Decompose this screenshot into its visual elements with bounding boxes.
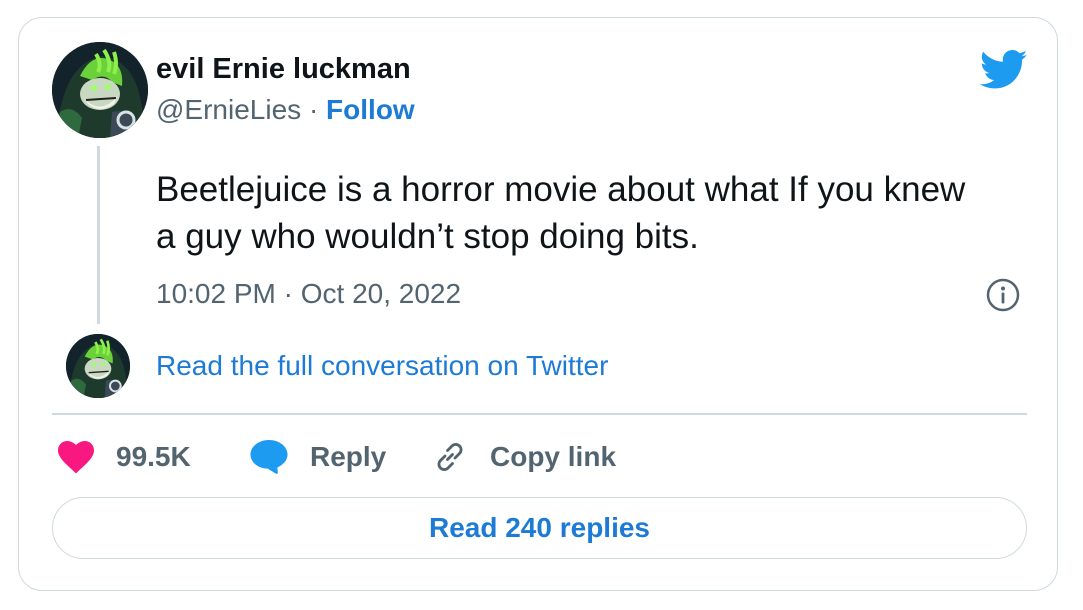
author-avatar[interactable]	[52, 42, 148, 138]
tweet-timestamp[interactable]: 10:02 PM · Oct 20, 2022	[156, 278, 461, 310]
author-handle-line: @ErnieLies · Follow	[156, 94, 415, 126]
copy-link-label: Copy link	[490, 441, 617, 472]
twitter-bird-icon[interactable]	[979, 50, 1028, 90]
conversation-avatar[interactable]	[66, 334, 130, 398]
copy-link-button[interactable]: Copy link	[432, 437, 616, 477]
reply-label: Reply	[310, 441, 387, 472]
reply-button[interactable]: Reply	[250, 437, 386, 477]
author-name[interactable]: evil Ernie luckman	[156, 53, 411, 86]
actions-divider	[52, 413, 1027, 415]
info-icon[interactable]	[986, 278, 1020, 312]
thread-line	[97, 146, 100, 324]
like-button[interactable]: 99.5K	[58, 437, 191, 477]
heart-icon	[58, 440, 94, 473]
read-replies-button[interactable]: Read 240 replies	[52, 497, 1027, 559]
handle-separator: ·	[308, 94, 319, 125]
read-full-conversation-link[interactable]: Read the full conversation on Twitter	[156, 350, 608, 382]
like-count: 99.5K	[116, 441, 191, 472]
author-handle[interactable]: @ErnieLies	[156, 94, 301, 125]
speech-bubble-icon	[250, 440, 288, 474]
follow-link[interactable]: Follow	[326, 94, 415, 125]
tweet-text: Beetlejuice is a horror movie about what…	[156, 170, 966, 256]
link-icon	[437, 443, 463, 471]
